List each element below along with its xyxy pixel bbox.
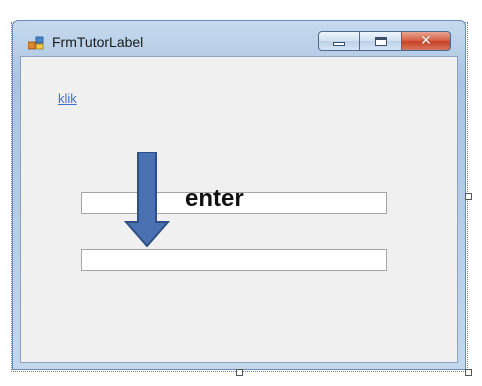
minimize-icon [333,41,345,46]
form-app-icon [28,36,44,50]
enter-annotation: enter [185,185,244,212]
title-bar[interactable]: FrmTutorLabel ✕ [13,21,465,55]
window-controls: ✕ [318,31,451,51]
textbox-2[interactable] [81,249,387,271]
close-icon: ✕ [420,33,432,49]
designer-canvas: FrmTutorLabel ✕ klik enter [0,0,482,386]
klik-link-label[interactable]: klik [58,91,77,106]
window-title: FrmTutorLabel [52,34,144,50]
arrow-down-icon [124,152,170,247]
resize-handle-bottom[interactable] [236,369,243,376]
minimize-button[interactable] [318,31,360,51]
maximize-icon [374,36,387,46]
resize-handle-right[interactable] [465,193,472,200]
resize-handle-bottom-right[interactable] [465,369,472,376]
maximize-button[interactable] [360,31,402,51]
close-button[interactable]: ✕ [402,31,451,51]
